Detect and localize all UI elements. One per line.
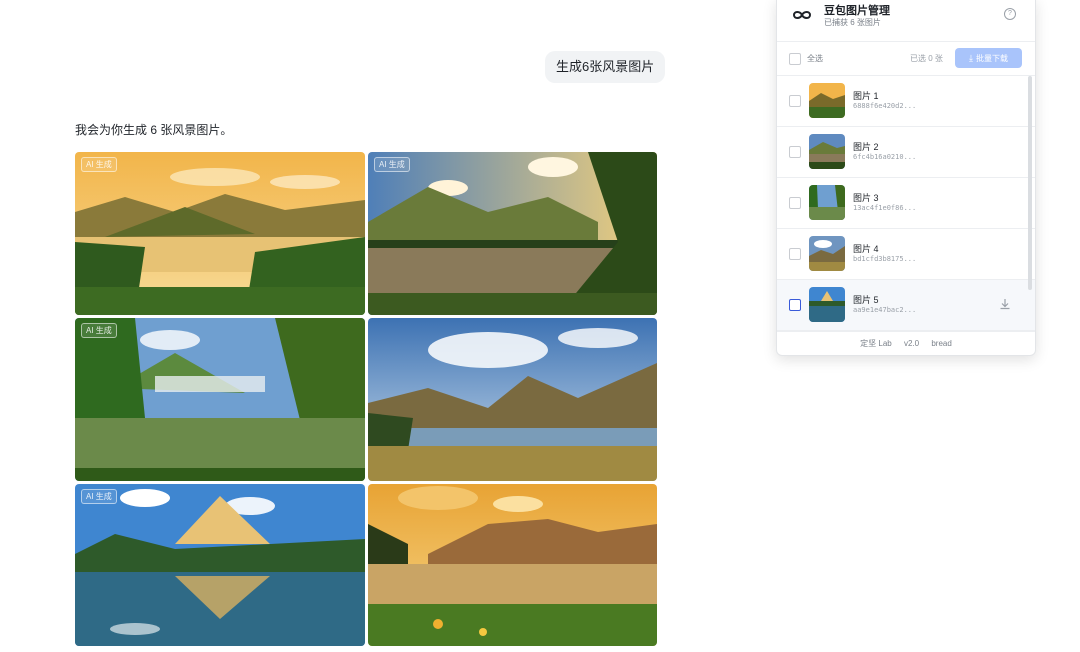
- batch-download-button[interactable]: ⤓ 批量下载: [955, 48, 1022, 68]
- item-checkbox[interactable]: [789, 197, 801, 209]
- generated-image-grid: AI 生成 AI 生成 AI 生成 AI 生成: [75, 152, 657, 646]
- image-list: 图片 1 6888f6e420d2... 图片 2 6fc4b16a0210..…: [777, 76, 1035, 331]
- list-scrollbar[interactable]: [1028, 76, 1032, 290]
- item-name: 图片 5: [853, 295, 879, 305]
- list-item[interactable]: 图片 4 bd1cfd3b8175...: [777, 229, 1035, 280]
- footer-version: v2.0: [903, 339, 920, 348]
- ai-generated-badge: AI 生成: [81, 323, 117, 338]
- footer-author: bread: [931, 339, 952, 348]
- panel-subtitle: 已捕获 6 张图片: [824, 18, 881, 27]
- assistant-reply-text: 我会为你生成 6 张风景图片。: [75, 123, 233, 137]
- list-item[interactable]: 图片 2 6fc4b16a0210...: [777, 127, 1035, 178]
- footer-brand: 定坚 Lab: [860, 339, 892, 348]
- item-name: 图片 3: [853, 193, 879, 203]
- image-thumbnail: [809, 83, 845, 118]
- image-thumbnail: [809, 134, 845, 169]
- item-hash: 6fc4b16a0210...: [853, 153, 917, 161]
- help-icon[interactable]: ?: [1004, 8, 1016, 20]
- list-item[interactable]: 图片 1 6888f6e420d2...: [777, 76, 1035, 127]
- image-thumbnail: [809, 236, 845, 271]
- item-name: 图片 2: [853, 142, 879, 152]
- item-checkbox[interactable]: [789, 95, 801, 107]
- download-icon[interactable]: [999, 298, 1011, 310]
- doubao-logo-icon: [793, 11, 811, 19]
- image-manager-panel: 豆包图片管理 已捕获 6 张图片 ? 全选 已选 0 张 ⤓ 批量下载 图片 1 …: [776, 0, 1036, 356]
- ai-generated-badge: AI 生成: [81, 489, 117, 504]
- image-thumbnail: [809, 185, 845, 220]
- item-checkbox[interactable]: [789, 146, 801, 158]
- select-all-checkbox[interactable]: [789, 53, 801, 65]
- generated-image-1[interactable]: AI 生成: [75, 152, 365, 315]
- ai-generated-badge: AI 生成: [374, 157, 410, 172]
- user-message-bubble: 生成6张风景图片: [545, 51, 666, 83]
- panel-footer: 定坚 Lab v2.0 bread: [777, 331, 1035, 355]
- item-checkbox[interactable]: [789, 299, 801, 311]
- item-hash: aa9e1e47bac2...: [853, 306, 917, 314]
- generated-image-5[interactable]: AI 生成: [75, 484, 365, 646]
- item-name: 图片 4: [853, 244, 879, 254]
- image-thumbnail: [809, 287, 845, 322]
- generated-image-6[interactable]: [368, 484, 657, 646]
- panel-toolbar: 全选 已选 0 张 ⤓ 批量下载: [777, 42, 1035, 76]
- item-hash: 6888f6e420d2...: [853, 102, 917, 110]
- ai-generated-badge: AI 生成: [81, 157, 117, 172]
- item-hash: bd1cfd3b8175...: [853, 255, 917, 263]
- select-all-label[interactable]: 全选: [807, 53, 823, 64]
- download-icon: ⤓: [969, 53, 973, 63]
- selected-count: 已选 0 张: [910, 54, 943, 63]
- batch-download-label: 批量下载: [975, 54, 1008, 63]
- list-item[interactable]: 图片 5 aa9e1e47bac2...: [777, 280, 1035, 331]
- generated-image-3[interactable]: AI 生成: [75, 318, 365, 481]
- item-checkbox[interactable]: [789, 248, 801, 260]
- item-hash: 13ac4f1e0f86...: [853, 204, 917, 212]
- generated-image-2[interactable]: AI 生成: [368, 152, 657, 315]
- generated-image-4[interactable]: [368, 318, 657, 481]
- panel-title: 豆包图片管理: [824, 5, 890, 17]
- list-item[interactable]: 图片 3 13ac4f1e0f86...: [777, 178, 1035, 229]
- item-name: 图片 1: [853, 91, 879, 101]
- panel-header: 豆包图片管理 已捕获 6 张图片 ?: [777, 0, 1035, 42]
